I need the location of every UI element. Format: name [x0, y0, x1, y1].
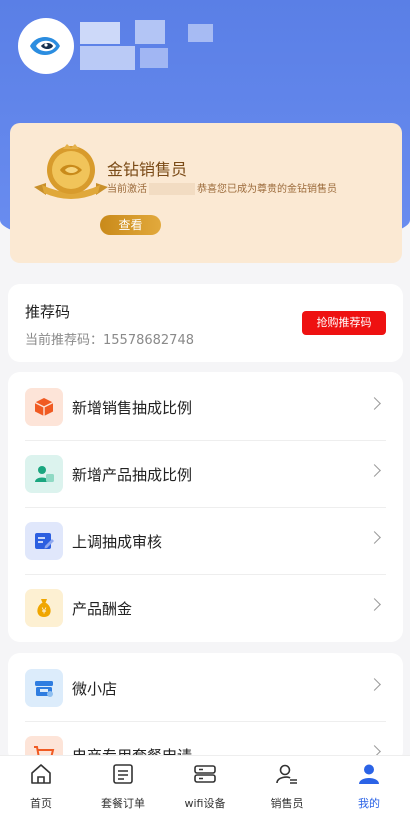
- order-list-icon: [113, 764, 133, 784]
- user-card-icon: [25, 455, 63, 493]
- tab-home[interactable]: 首页: [0, 756, 82, 815]
- tab-label: 套餐订单: [101, 797, 145, 810]
- member-level-title: 金钻销售员: [107, 160, 188, 179]
- menu-item-product-commission[interactable]: 新增产品抽成比例: [8, 441, 403, 508]
- menu-item-label: 新增产品抽成比例: [72, 466, 193, 484]
- tab-label: 首页: [30, 797, 52, 810]
- referral-title: 推荐码: [25, 303, 71, 321]
- menu-item-sales-commission[interactable]: 新增销售抽成比例: [8, 374, 403, 441]
- svg-text:¥: ¥: [41, 607, 46, 616]
- desc-suffix: 恭喜您已成为尊贵的金钻销售员: [197, 184, 337, 195]
- cube-icon: [25, 388, 63, 426]
- avatar[interactable]: [18, 18, 74, 74]
- money-bag-icon: ¥: [25, 589, 63, 627]
- menu-item-commission-review[interactable]: 上调抽成审核: [8, 508, 403, 575]
- menu-item-label: 新增销售抽成比例: [72, 399, 193, 417]
- chevron-right-icon: [368, 531, 381, 544]
- chevron-right-icon: [368, 397, 381, 410]
- profile-icon: [359, 764, 379, 784]
- shop-menu: 微小店 电商专用套餐申请: [8, 653, 403, 763]
- tab-wifi-devices[interactable]: wifi设备: [164, 756, 246, 815]
- member-level-desc: 当前激活 恭喜您已成为尊贵的金钻销售员: [107, 180, 337, 195]
- tab-orders[interactable]: 套餐订单: [82, 756, 164, 815]
- router-icon: [194, 765, 216, 783]
- shop-icon: [25, 669, 63, 707]
- referral-code-value: 15578682748: [103, 333, 194, 348]
- salesperson-icon: [276, 764, 297, 784]
- menu-item-label: 微小店: [72, 680, 118, 698]
- chevron-right-icon: [368, 678, 381, 691]
- tab-label: wifi设备: [184, 797, 226, 810]
- tab-mine[interactable]: 我的: [328, 756, 410, 815]
- menu-item-label: 上调抽成审核: [72, 533, 163, 551]
- tab-label: 销售员: [270, 797, 304, 810]
- menu-item-product-reward[interactable]: ¥ 产品酬金: [8, 575, 403, 642]
- desc-prefix: 当前激活: [107, 184, 147, 195]
- gold-medal-icon: [34, 144, 108, 199]
- menu-item-micro-shop[interactable]: 微小店: [8, 655, 403, 722]
- chevron-right-icon: [368, 598, 381, 611]
- referral-code-label: 当前推荐码：: [25, 333, 104, 348]
- menu-item-label: 产品酬金: [72, 600, 133, 618]
- referral-card: 推荐码 当前推荐码：15578682748 抢购推荐码: [8, 284, 403, 362]
- home-icon: [31, 764, 51, 784]
- fish-logo-icon: [30, 37, 60, 55]
- tab-salesperson[interactable]: 销售员: [246, 756, 328, 815]
- referral-code-line: 当前推荐码：15578682748: [25, 329, 194, 348]
- view-button[interactable]: 查看: [100, 215, 161, 235]
- edit-document-icon: [25, 522, 63, 560]
- tab-label: 我的: [358, 797, 380, 810]
- commission-menu: 新增销售抽成比例 新增产品抽成比例 上调抽成审核 ¥ 产品酬金: [8, 372, 403, 642]
- chevron-right-icon: [368, 464, 381, 477]
- blurred-text: [149, 183, 195, 195]
- member-level-card: 金钻销售员 当前激活 恭喜您已成为尊贵的金钻销售员 查看: [10, 123, 402, 263]
- buy-referral-code-button[interactable]: 抢购推荐码: [302, 311, 386, 335]
- username-blurred: [80, 20, 215, 76]
- bottom-tab-bar: 首页 套餐订单 wifi设备 销售员 我的: [0, 755, 410, 815]
